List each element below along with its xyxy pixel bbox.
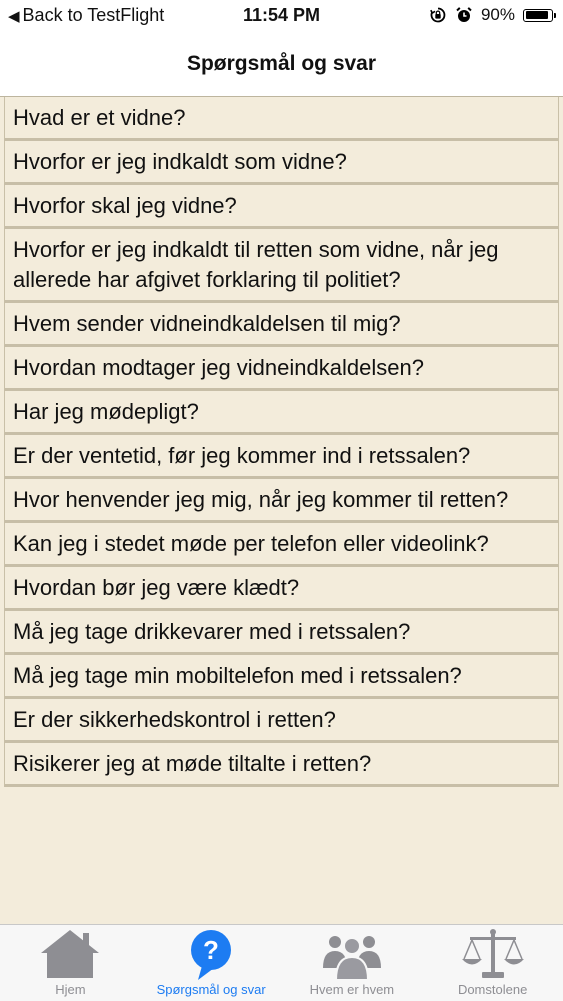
status-bar: ◀ Back to TestFlight 11:54 PM 90% [0, 0, 563, 30]
tab-hvem-er-hvem[interactable]: Hvem er hvem [282, 925, 423, 1001]
faq-item[interactable]: Hvorfor skal jeg vidne? [4, 185, 559, 229]
faq-item[interactable]: Må jeg tage drikkevarer med i retssalen? [4, 611, 559, 655]
tab-label: Hjem [55, 982, 86, 997]
tab-label: Domstolene [457, 982, 528, 997]
faq-item[interactable]: Er der sikkerhedskontrol i retten? [4, 699, 559, 743]
battery-percent: 90% [480, 5, 515, 24]
faq-list[interactable]: Hvad er et vidne? Hvorfor er jeg indkaldt… [0, 96, 563, 925]
status-indicators: 90% [429, 5, 556, 25]
faq-item[interactable]: Hvordan modtager jeg vidneindkaldelsen? [4, 347, 559, 391]
svg-text:?: ? [203, 935, 219, 965]
faq-item[interactable]: Har jeg mødepligt? [4, 391, 559, 435]
tab-spoergsmaal-og-svar[interactable]: ? Spørgsmål og svar [141, 925, 282, 1001]
faq-item[interactable]: Hvem sender vidneindkaldelsen til mig? [4, 303, 559, 347]
faq-item[interactable]: Hvad er et vidne? [4, 97, 559, 141]
people-icon [322, 936, 381, 981]
faq-item[interactable]: Må jeg tage min mobiltelefon med i retss… [4, 655, 559, 699]
orientation-lock-icon [430, 7, 446, 23]
home-icon [41, 930, 100, 978]
tab-label: Hvem er hvem [309, 982, 395, 997]
faq-item[interactable]: Hvor henvender jeg mig, når jeg kommer t… [4, 479, 559, 523]
tab-domstolene[interactable]: Domstolene [422, 925, 563, 1001]
faq-item[interactable]: Kan jeg i stedet møde per telefon eller … [4, 523, 559, 567]
battery-level [525, 11, 548, 19]
tab-bar: Hjem ? Spørgsmål og svar Hvem er hvem Do… [0, 924, 563, 1001]
faq-item[interactable]: Hvorfor er jeg indkaldt til retten som v… [4, 229, 559, 303]
page-title: Spørgsmål og svar [186, 52, 377, 75]
faq-item[interactable]: Risikerer jeg at møde tiltalte i retten? [4, 743, 559, 787]
scales-icon [461, 929, 524, 978]
faq-item[interactable]: Hvordan bør jeg være klædt? [4, 567, 559, 611]
tab-hjem[interactable]: Hjem [0, 925, 141, 1001]
alarm-icon [456, 7, 472, 22]
faq-item[interactable]: Er der ventetid, før jeg kommer ind i re… [4, 435, 559, 479]
question-icon: ? [191, 930, 232, 980]
battery-icon [523, 8, 556, 22]
faq-item[interactable]: Hvorfor er jeg indkaldt som vidne? [4, 141, 559, 185]
tab-label: Spørgsmål og svar [156, 982, 266, 997]
navigation-bar: Spørgsmål og svar [0, 30, 563, 95]
